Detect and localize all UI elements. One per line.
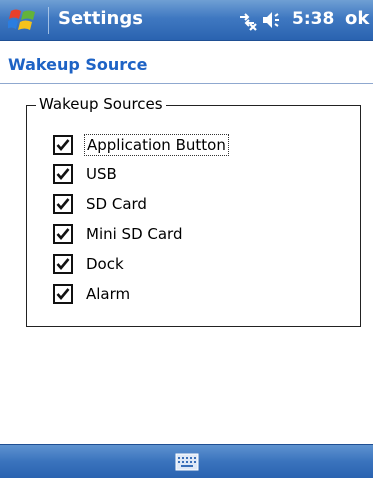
option-dock[interactable]: Dock bbox=[53, 252, 126, 276]
page-header: Wakeup Source bbox=[0, 41, 373, 84]
option-label: Application Button bbox=[84, 134, 229, 156]
checkbox-checked-icon[interactable] bbox=[53, 224, 73, 244]
option-label: USB bbox=[86, 165, 117, 183]
app-title: Settings bbox=[58, 8, 143, 29]
option-label: SD Card bbox=[86, 195, 147, 213]
connectivity-icon[interactable] bbox=[236, 9, 258, 31]
title-separator bbox=[48, 7, 49, 34]
option-label: Dock bbox=[86, 255, 124, 273]
checkbox-checked-icon[interactable] bbox=[53, 254, 73, 274]
checkbox-checked-icon[interactable] bbox=[53, 135, 73, 155]
option-usb[interactable]: USB bbox=[53, 162, 119, 186]
checkbox-checked-icon[interactable] bbox=[53, 194, 73, 214]
option-mini-sd-card[interactable]: Mini SD Card bbox=[53, 222, 184, 246]
option-sd-card[interactable]: SD Card bbox=[53, 192, 149, 216]
windows-start-icon[interactable] bbox=[7, 5, 38, 35]
option-alarm[interactable]: Alarm bbox=[53, 282, 132, 306]
option-label: Mini SD Card bbox=[86, 225, 183, 243]
bottom-menu-bar bbox=[0, 444, 373, 478]
volume-icon[interactable] bbox=[260, 9, 284, 31]
ok-button[interactable]: ok bbox=[345, 8, 369, 29]
clock-time[interactable]: 5:38 bbox=[292, 9, 334, 29]
option-label: Alarm bbox=[86, 285, 131, 303]
group-legend: Wakeup Sources bbox=[36, 95, 166, 113]
page-title: Wakeup Source bbox=[8, 55, 148, 74]
option-application-button[interactable]: Application Button bbox=[53, 133, 229, 157]
checkbox-checked-icon[interactable] bbox=[53, 164, 73, 184]
keyboard-icon[interactable] bbox=[175, 453, 199, 471]
checkbox-checked-icon[interactable] bbox=[53, 284, 73, 304]
title-bar: Settings 5:38 ok bbox=[0, 0, 373, 41]
